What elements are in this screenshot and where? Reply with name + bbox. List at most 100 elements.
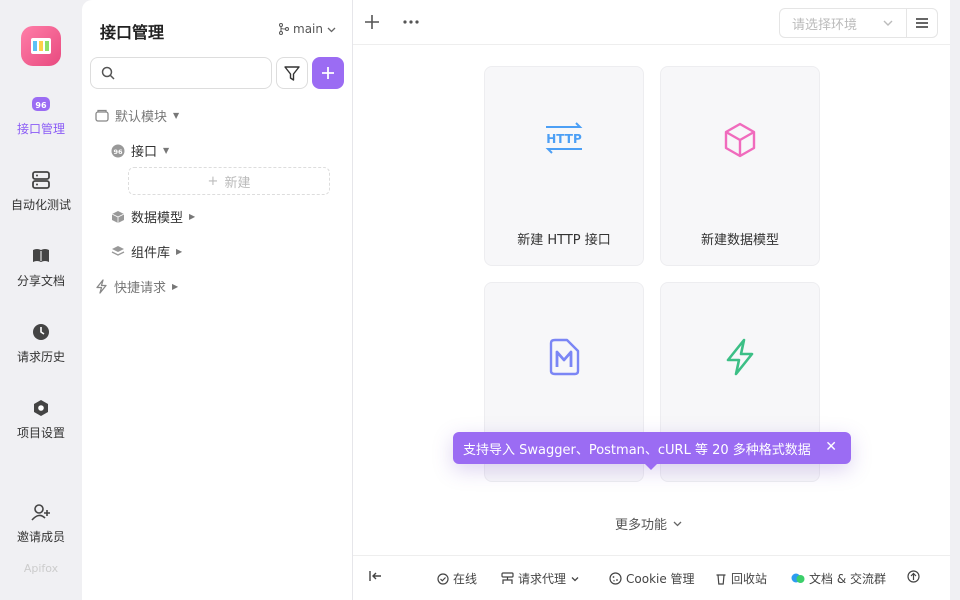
filter-icon [284,65,300,81]
more-label: 更多功能 [615,518,668,533]
tree-label: 快捷请求 [114,281,167,296]
branch-name: main [293,22,323,36]
new-label: 新建 [224,175,251,191]
lightning-icon [724,338,756,380]
environment-select[interactable]: 请选择环境 [779,8,907,38]
status-bar: 在线 请求代理 Cookie 管理 回收站 文档 & 交流群 [353,555,950,600]
collapse-sidebar-button[interactable] [369,570,382,582]
tree-label: 数据模型 [131,211,184,226]
caret-right-icon: ▶ [172,282,179,291]
close-icon[interactable]: ✕ [825,439,837,455]
clock-icon [31,322,51,342]
cookie-label: Cookie 管理 [626,572,695,586]
tree-default-module[interactable]: 默认模块 ▼ [95,106,179,125]
tree-api[interactable]: 96 接口 ▼ [111,141,169,160]
search-input[interactable] [121,65,261,81]
chevron-down-icon [571,576,579,581]
api-icon: 96 [111,144,125,157]
proxy-icon [501,572,514,584]
markdown-icon [547,338,581,380]
panel-title: 接口管理 [100,23,165,42]
more-dots-icon [403,20,419,24]
recycle-label: 回收站 [731,572,768,586]
plus-icon: + [207,173,219,189]
tooltip-text: 支持导入 Swagger、Postman、cURL 等 20 多种格式数据 [463,442,811,458]
left-nav: 96 接口管理 自动化测试 分享文档 请求历史 项目设置 邀请成员 Apifox [0,0,82,600]
more-features-button[interactable]: 更多功能 [615,514,682,533]
svg-text:96: 96 [113,148,123,156]
more-tabs-button[interactable] [403,9,419,28]
api-tree-panel: 接口管理 main 默认模块 ▼ 96 接口 ▼ + 新建 数据模型 ▶ 组件库… [82,0,353,600]
nav-label: 邀请成员 [16,530,65,544]
chevron-down-icon [327,27,336,32]
upgrade-button[interactable] [907,570,920,583]
cube-icon [111,210,125,223]
plus-icon [322,67,334,79]
cookie-icon [609,572,622,585]
cube-icon [723,122,757,162]
add-button[interactable] [312,57,344,89]
new-http-api-card[interactable]: HTTP 新建 HTTP 接口 [484,66,644,266]
caret-down-icon: ▼ [173,111,180,120]
folder-icon [95,109,109,122]
settings-hex-icon [31,398,51,418]
tree-components[interactable]: 组件库 ▶ [111,242,182,261]
nav-label: 分享文档 [16,274,65,288]
request-proxy-menu[interactable]: 请求代理 [501,570,580,587]
search-box[interactable] [90,57,272,89]
tree-label: 默认模块 [115,110,168,125]
main-area: 请选择环境 HTTP 新建 HTTP 接口 新建数据模型 支持导入 Swagge… [353,0,950,600]
cookie-management-button[interactable]: Cookie 管理 [609,570,695,587]
nav-item-project-settings[interactable]: 项目设置 [0,398,82,441]
docs-label: 文档 & 交流群 [809,572,886,586]
tab-bar: 请选择环境 [353,0,950,45]
environment-menu-button[interactable] [906,8,938,38]
window-right-edge [950,0,960,600]
new-api-button[interactable]: + 新建 [128,167,330,195]
tree-quick-request[interactable]: 快捷请求 ▶ [95,277,178,296]
api-icon: 96 [31,94,51,114]
svg-text:96: 96 [35,101,47,110]
caret-right-icon: ▶ [189,212,196,221]
chevron-down-icon [673,521,682,527]
nav-item-api-management[interactable]: 96 接口管理 [0,94,82,137]
nav-label: 项目设置 [16,426,65,440]
recycle-bin-button[interactable]: 回收站 [715,570,767,587]
new-data-model-card[interactable]: 新建数据模型 [660,66,820,266]
trash-icon [716,573,726,585]
online-status[interactable]: 在线 [437,570,477,587]
docs-community-button[interactable]: 文档 & 交流群 [791,570,886,587]
card-label: 新建 HTTP 接口 [517,233,611,248]
nav-item-invite-members[interactable]: 邀请成员 [0,502,82,545]
apifox-watermark: Apifox [23,562,59,575]
layers-icon [111,246,125,256]
nav-item-request-history[interactable]: 请求历史 [0,322,82,365]
nav-item-share-docs[interactable]: 分享文档 [0,246,82,289]
tree-data-model[interactable]: 数据模型 ▶ [111,207,195,226]
arrow-up-circle-icon [907,570,920,583]
nav-label: 自动化测试 [10,198,71,212]
chevron-down-icon [883,20,893,26]
online-label: 在线 [453,572,478,586]
check-circle-icon [437,572,449,585]
tree-label: 组件库 [131,246,171,261]
app-logo[interactable] [21,26,61,66]
nav-label: 接口管理 [16,122,65,136]
lightning-icon [96,279,107,294]
book-icon [31,246,51,266]
tooltip-arrow [645,464,657,470]
new-tab-button[interactable] [365,10,379,34]
branch-selector[interactable]: main [279,22,336,36]
svg-text:HTTP: HTTP [546,132,582,146]
user-add-icon [31,502,51,522]
proxy-label: 请求代理 [518,572,567,586]
chat-bubble-icon [791,573,805,583]
branch-icon [279,23,290,35]
card-label: 新建数据模型 [700,233,779,248]
nav-item-automation-test[interactable]: 自动化测试 [0,170,82,213]
automation-icon [31,170,51,190]
filter-button[interactable] [276,57,308,89]
import-tooltip: 支持导入 Swagger、Postman、cURL 等 20 多种格式数据 ✕ [453,432,851,470]
caret-right-icon: ▶ [176,247,183,256]
plus-icon [365,15,379,29]
